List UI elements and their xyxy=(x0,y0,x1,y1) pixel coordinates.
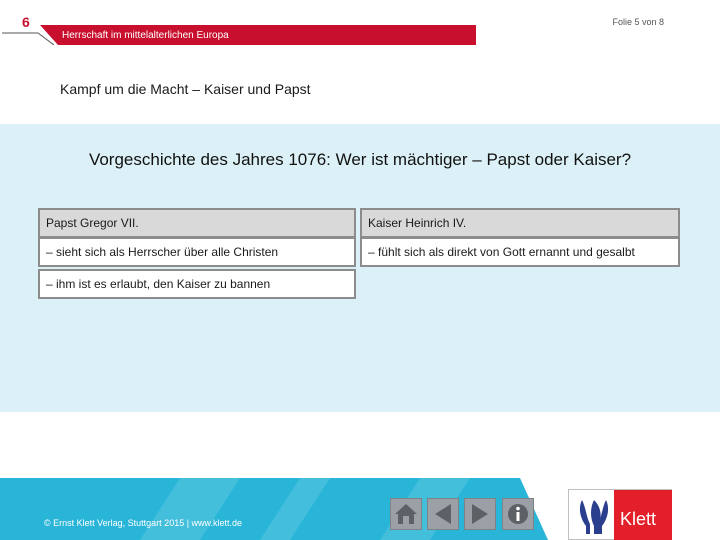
info-button[interactable] xyxy=(502,498,534,530)
forward-button[interactable] xyxy=(464,498,496,530)
right-item-1-text: – fühlt sich als direkt von Gott ernannt… xyxy=(368,245,635,259)
topic-label: Herrschaft im mittelalterlichen Europa xyxy=(62,30,229,41)
slide-title: Kampf um die Macht – Kaiser und Papst xyxy=(60,81,311,97)
info-icon xyxy=(508,504,528,524)
right-column-heading: Kaiser Heinrich IV. xyxy=(360,208,680,238)
klett-logo-mark-icon xyxy=(579,500,609,534)
left-item-2-text: – ihm ist es erlaubt, den Kaiser zu bann… xyxy=(46,277,271,291)
home-icon xyxy=(395,504,417,524)
slide-question: Vorgeschichte des Jahres 1076: Wer ist m… xyxy=(88,150,632,169)
back-arrow-icon xyxy=(435,504,451,524)
forward-arrow-icon xyxy=(472,504,488,524)
left-item-1: – sieht sich als Herrscher über alle Chr… xyxy=(38,237,356,267)
klett-logo-text: Klett xyxy=(620,509,657,529)
back-button[interactable] xyxy=(427,498,459,530)
slide-counter: Folie 5 von 8 xyxy=(612,17,664,27)
left-column-heading: Papst Gregor VII. xyxy=(38,208,356,238)
copyright-text: © Ernst Klett Verlag, Stuttgart 2015 | w… xyxy=(44,518,243,528)
left-item-1-text: – sieht sich als Herrscher über alle Chr… xyxy=(46,245,279,259)
home-button[interactable] xyxy=(390,498,422,530)
left-heading-text: Papst Gregor VII. xyxy=(46,216,139,230)
left-item-2: – ihm ist es erlaubt, den Kaiser zu bann… xyxy=(38,269,356,299)
right-heading-text: Kaiser Heinrich IV. xyxy=(368,216,467,230)
right-item-1: – fühlt sich als direkt von Gott ernannt… xyxy=(360,237,680,267)
